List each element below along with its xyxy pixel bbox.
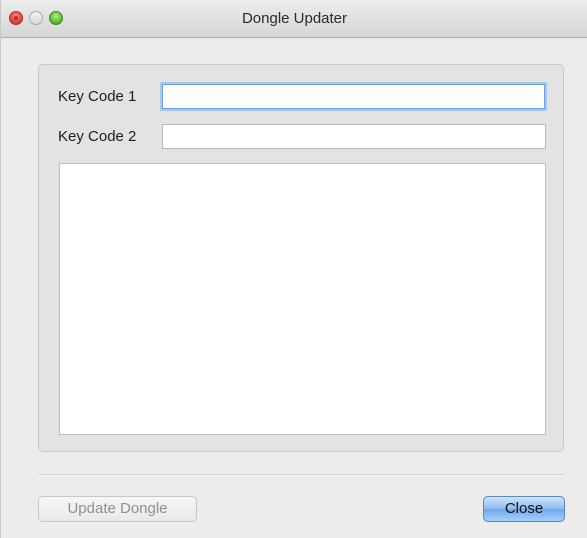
key-code-1-field[interactable]	[162, 84, 545, 109]
key-code-2-label: Key Code 2	[58, 128, 137, 145]
key-code-1-label: Key Code 1	[58, 88, 137, 105]
key-code-2-field[interactable]	[162, 124, 546, 149]
output-text-area[interactable]	[59, 163, 546, 435]
form-group-box: Key Code 1 Key Code 2	[38, 64, 564, 452]
title-bar[interactable]: Dongle Updater	[1, 0, 587, 38]
update-dongle-button[interactable]: Update Dongle	[38, 496, 197, 522]
close-button[interactable]: Close	[483, 496, 565, 522]
window-title: Dongle Updater	[241, 10, 348, 27]
dongle-updater-window: Dongle Updater Key Code 1 Key Code 2 Upd…	[0, 0, 587, 538]
separator	[38, 474, 565, 476]
